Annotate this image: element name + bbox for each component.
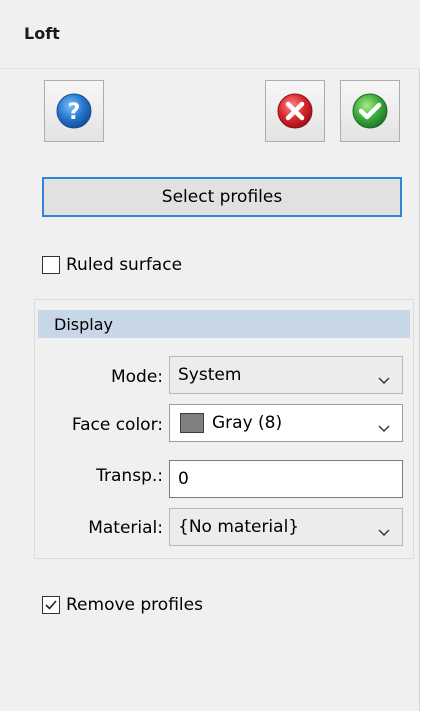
- checkmark-icon: [45, 600, 57, 610]
- help-icon: ?: [55, 92, 93, 130]
- material-label: Material:: [88, 518, 163, 538]
- ok-icon: [351, 92, 389, 130]
- display-group-header[interactable]: Display: [38, 310, 410, 338]
- ok-button[interactable]: [340, 80, 400, 142]
- help-button[interactable]: ?: [44, 80, 104, 142]
- remove-profiles-checkbox[interactable]: [42, 596, 60, 614]
- cancel-button[interactable]: [265, 80, 325, 142]
- title-bar: Loft: [0, 0, 420, 69]
- loft-panel: Loft ? Select profiles Ruled surface Dis…: [0, 0, 420, 711]
- chevron-down-icon: [378, 522, 390, 542]
- transparency-label: Transp.:: [96, 466, 163, 486]
- face-color-label: Face color:: [71, 415, 163, 435]
- mode-label: Mode:: [110, 367, 163, 387]
- chevron-down-icon: [378, 418, 390, 438]
- remove-profiles-label: Remove profiles: [66, 595, 203, 615]
- select-profiles-button[interactable]: Select profiles: [42, 177, 402, 217]
- ruled-surface-checkbox[interactable]: [42, 256, 60, 274]
- transparency-value: 0: [178, 469, 189, 489]
- remove-profiles-option[interactable]: Remove profiles: [42, 592, 203, 618]
- color-swatch: [180, 413, 204, 433]
- display-header-label: Display: [54, 314, 113, 334]
- face-color-value: Gray (8): [212, 413, 283, 433]
- ruled-surface-option[interactable]: Ruled surface: [42, 252, 182, 278]
- ruled-surface-label: Ruled surface: [66, 255, 183, 275]
- chevron-down-icon: [378, 370, 390, 390]
- panel-title: Loft: [24, 24, 60, 43]
- mode-select[interactable]: System: [169, 356, 403, 394]
- mode-value: System: [178, 365, 242, 385]
- select-profiles-label: Select profiles: [161, 187, 283, 207]
- material-select[interactable]: {No material}: [169, 508, 403, 546]
- face-color-select[interactable]: Gray (8): [169, 404, 403, 442]
- display-group: Display Mode: System Face color: Gray (8…: [34, 299, 414, 559]
- material-value: {No material}: [178, 517, 300, 537]
- cancel-icon: [276, 92, 314, 130]
- transparency-input[interactable]: 0: [169, 460, 403, 498]
- svg-text:?: ?: [68, 100, 81, 125]
- right-margin: [421, 0, 433, 711]
